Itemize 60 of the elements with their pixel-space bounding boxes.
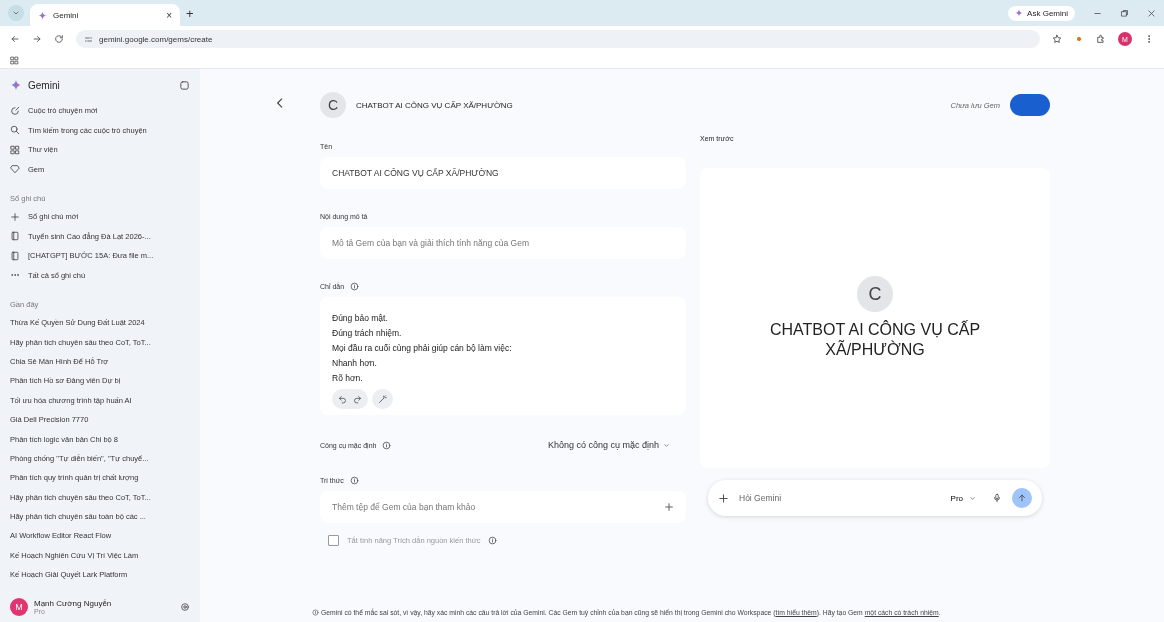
reload-icon (54, 34, 64, 44)
restore-icon (1120, 8, 1129, 18)
magic-wand-button[interactable] (372, 389, 393, 409)
app-title: Gemini (28, 79, 61, 91)
info-icon (382, 440, 392, 450)
close-tab-button[interactable]: × (166, 9, 172, 21)
gem-avatar: C (320, 92, 346, 118)
preview-title: CHATBOT AI CÔNG VỤ CẤP XÃ/PHƯỜNG (768, 320, 982, 360)
info-icon (488, 536, 498, 545)
search-icon (10, 125, 20, 136)
wand-icon (378, 394, 387, 404)
gemini-logo-icon (1015, 9, 1024, 17)
plus-icon (664, 502, 674, 512)
puzzle-icon (1096, 34, 1106, 44)
instructions-text[interactable]: Đúng bảo mật. Đúng trách nhiệm. Mọi đầu ra cuối cùng phải giúp cán bộ làm việc: Nhanh hơn. Rõ hơn. (332, 311, 674, 389)
chevron-down-icon (12, 9, 20, 17)
new-tab-button[interactable]: + (186, 5, 194, 21)
chevron-down-icon (969, 494, 976, 502)
star-icon (1052, 34, 1062, 44)
gem-title: CHATBOT AI CÔNG VỤ CẤP XÃ/PHƯỜNG (356, 100, 513, 110)
gem-icon (10, 164, 20, 175)
save-button[interactable] (1010, 94, 1050, 116)
model-selector[interactable]: Pro (944, 492, 982, 504)
tools-dropdown[interactable]: Không có công cụ mặc định (541, 439, 676, 451)
undo-redo-control[interactable] (332, 389, 368, 409)
sidebar-toggle-icon (179, 79, 190, 91)
plus-icon (10, 211, 20, 222)
settings-icon (180, 602, 190, 612)
info-icon (350, 281, 360, 291)
address-bar[interactable]: gemini.google.com/gems/create (76, 30, 1040, 48)
apps-grid-icon (10, 55, 19, 65)
arrow-up-icon (1017, 493, 1027, 503)
gemini-logo-icon (38, 10, 47, 20)
ask-gemini-button[interactable]: Ask Gemini (1008, 5, 1075, 21)
send-button[interactable] (1012, 488, 1032, 508)
description-field[interactable]: Mô tả Gem của bạn và giải thích tính năng của Gem (320, 227, 686, 259)
notebook-icon (10, 250, 20, 261)
user-name: Mạnh Cường Nguyễn (34, 599, 113, 608)
gemini-logo-icon (10, 79, 22, 91)
name-field[interactable]: CHATBOT AI CÔNG VỤ CẤP XÃ/PHƯỜNG (320, 157, 686, 189)
knowledge-field[interactable]: Thêm tệp để Gem của bạn tham khảo (332, 502, 476, 512)
chat-input[interactable]: Hỏi Gemini (739, 493, 935, 503)
back-arrow-icon (10, 34, 20, 44)
forward-arrow-icon (32, 34, 42, 44)
grid-icon (10, 144, 20, 155)
close-icon (1147, 8, 1156, 18)
notebook-icon (10, 231, 20, 242)
plus-icon (718, 492, 729, 504)
ask-gemini-label: Ask Gemini (1027, 8, 1068, 18)
chevron-down-icon (663, 441, 670, 449)
browser-tab[interactable]: Gemini × (30, 4, 180, 26)
redo-icon (353, 394, 362, 404)
info-icon (349, 475, 359, 485)
user-avatar[interactable]: M (10, 598, 28, 616)
microphone-button[interactable] (992, 493, 1002, 503)
microphone-icon (992, 493, 1002, 503)
undo-icon (338, 394, 347, 404)
info-icon (312, 609, 319, 616)
edit-icon (10, 105, 20, 116)
gem-avatar: C (857, 276, 893, 312)
